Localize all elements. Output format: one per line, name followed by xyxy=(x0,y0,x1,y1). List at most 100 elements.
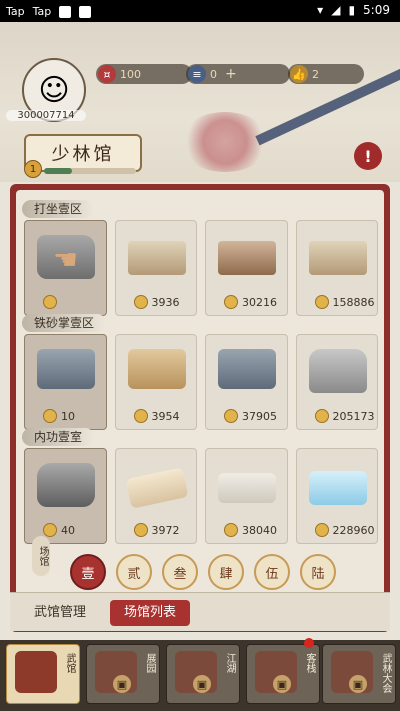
battery-icon: ▮ xyxy=(348,3,356,17)
coin-icon xyxy=(133,409,148,423)
bottom-tab-label: 武馆 xyxy=(64,653,75,673)
bottom-tab-label: 客栈 xyxy=(304,653,315,673)
resource-thumb[interactable]: 👍 2 xyxy=(288,64,364,84)
coin-icon xyxy=(224,409,238,423)
item-price: 205173 xyxy=(314,409,375,423)
coin-icon xyxy=(43,295,57,309)
bottom-tab-jianghu[interactable]: ▣ 江湖 xyxy=(166,644,240,704)
plus-icon[interactable]: + xyxy=(225,66,237,82)
item-price: 158886 xyxy=(314,295,375,309)
table-icon xyxy=(127,241,186,275)
building-panel: 打坐壹区 ☚ 3936 30216 158886 铁砂掌壹区 10 3954 3… xyxy=(10,184,390,632)
item-card[interactable]: 3972 xyxy=(114,448,197,544)
wifi-icon: ▾ xyxy=(317,3,324,17)
cushion-icon xyxy=(218,473,276,503)
notification-icon xyxy=(59,5,72,18)
resource-scroll-value: 0 xyxy=(210,67,217,81)
level-selector-label: 场馆 xyxy=(32,536,50,576)
hall-progress-bar xyxy=(44,168,136,174)
lock-icon: ▣ xyxy=(349,675,367,693)
item-price: 3954 xyxy=(133,409,180,423)
item-price: 30216 xyxy=(224,295,277,309)
signal-icon: ◢ xyxy=(331,3,341,17)
item-price: 3936 xyxy=(133,295,180,309)
item-card[interactable]: 37905 xyxy=(205,334,288,430)
table-icon xyxy=(218,241,276,275)
item-price: 228960 xyxy=(314,523,375,537)
section-label: 内功壹室 xyxy=(22,428,95,446)
hall-level-badge: 1 xyxy=(24,160,42,178)
coin-icon xyxy=(314,409,329,423)
coin-icon xyxy=(43,523,57,537)
iron-box-icon xyxy=(218,349,276,389)
level-button[interactable]: 陆 xyxy=(300,554,336,590)
item-price: 40 xyxy=(43,523,75,537)
section-row: 40 3972 38040 228960 xyxy=(24,448,378,546)
bottom-tab-tournament[interactable]: ▣ 武林大会 xyxy=(322,644,396,704)
bottom-tab-label: 武林大会 xyxy=(380,653,391,693)
resource-coin[interactable]: ¤ 100 xyxy=(96,64,192,84)
item-card[interactable]: 3936 xyxy=(114,220,197,316)
item-card[interactable]: 228960 xyxy=(295,448,378,544)
alert-icon[interactable]: ! xyxy=(354,142,382,170)
coin-icon xyxy=(43,409,57,423)
coin-icon: ¤ xyxy=(98,65,116,83)
blossom-tree xyxy=(180,112,270,172)
item-card[interactable]: 3954 xyxy=(114,334,197,430)
lock-icon: ▣ xyxy=(193,675,211,693)
notification-dot xyxy=(304,638,314,648)
item-card[interactable]: 158886 xyxy=(295,220,378,316)
tab-hall-management[interactable]: 武馆管理 xyxy=(20,600,100,626)
item-card[interactable]: 10 xyxy=(24,334,107,430)
resource-thumb-value: 2 xyxy=(312,67,319,81)
level-button[interactable]: 肆 xyxy=(208,554,244,590)
coin-icon xyxy=(133,523,148,537)
section-label: 铁砂掌壹区 xyxy=(22,314,107,332)
coin-icon xyxy=(133,295,148,309)
level-button[interactable]: 贰 xyxy=(116,554,152,590)
item-card[interactable]: 40 xyxy=(24,448,107,544)
sub-tab-bar: 武馆管理 场馆列表 xyxy=(10,592,390,631)
scroll-icon: ≡ xyxy=(188,65,206,83)
status-bar: Tap Tap ▾ ◢ ▮ 5:09 xyxy=(0,0,400,22)
bottom-navigation: 武馆 ▣ 展园 ▣ 江湖 ▣ 客栈 ▣ 武林大会 xyxy=(0,640,400,711)
section-row: ☚ 3936 30216 158886 xyxy=(24,220,378,318)
cauldron-icon xyxy=(308,349,367,393)
table-icon xyxy=(308,241,367,275)
notification-app-2: Tap xyxy=(32,5,52,18)
resource-coin-value: 100 xyxy=(120,67,141,81)
bottom-tab-inn[interactable]: ▣ 客栈 xyxy=(246,644,320,704)
item-card[interactable]: 38040 xyxy=(205,448,288,544)
notification-icon-2 xyxy=(79,5,92,18)
hall-progress-fill xyxy=(44,168,72,174)
ice-block-icon xyxy=(308,471,367,505)
coin-icon xyxy=(224,523,238,537)
level-button[interactable]: 伍 xyxy=(254,554,290,590)
item-price xyxy=(43,295,61,309)
resource-scroll[interactable]: ≡ 0 + xyxy=(186,64,290,84)
bottom-tab-hall[interactable]: 武馆 xyxy=(6,644,80,704)
clock: 5:09 xyxy=(363,3,390,17)
panel-inner: 打坐壹区 ☚ 3936 30216 158886 铁砂掌壹区 10 3954 3… xyxy=(16,190,384,626)
hall-building-icon xyxy=(15,651,57,693)
user-id: 300007714 xyxy=(6,110,86,121)
iron-box-icon xyxy=(37,349,95,389)
item-card[interactable]: 205173 xyxy=(295,334,378,430)
crate-icon xyxy=(127,349,186,389)
lock-icon: ▣ xyxy=(113,675,131,693)
tab-venue-list[interactable]: 场馆列表 xyxy=(110,600,191,626)
bottom-tab-garden[interactable]: ▣ 展园 xyxy=(86,644,160,704)
item-card[interactable]: 30216 xyxy=(205,220,288,316)
item-price: 3972 xyxy=(133,523,180,537)
wood-plank-icon xyxy=(125,467,188,509)
level-button[interactable]: 壹 xyxy=(70,554,106,590)
section-row: 10 3954 37905 205173 xyxy=(24,334,378,432)
rock-icon xyxy=(37,463,95,507)
coin-icon xyxy=(314,523,329,537)
item-price: 10 xyxy=(43,409,75,423)
level-button[interactable]: 叁 xyxy=(162,554,198,590)
item-price: 38040 xyxy=(224,523,277,537)
section-label: 打坐壹区 xyxy=(22,200,95,218)
pointer-hand-icon: ☚ xyxy=(53,243,79,276)
item-card[interactable]: ☚ xyxy=(24,220,107,316)
